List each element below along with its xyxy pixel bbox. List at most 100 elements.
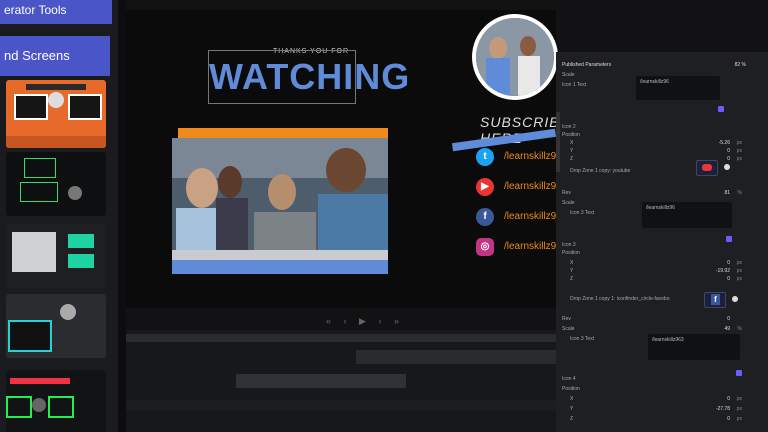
param-unit: px [736, 416, 742, 422]
param-unit: px [736, 406, 742, 412]
timeline-clip[interactable] [356, 350, 556, 364]
param-value[interactable]: 0 [727, 148, 730, 154]
end-screens-label: nd Screens [4, 48, 70, 63]
social-handle: /learnskillz96 [504, 241, 562, 252]
param-value[interactable]: 81 [724, 190, 730, 196]
param-label: Rev [562, 316, 571, 322]
video-frame-bottom-bar [172, 260, 388, 274]
template-thumbnail-3[interactable] [6, 224, 106, 288]
field-value: /learnskillz96 [646, 205, 675, 211]
color-swatch[interactable] [718, 106, 724, 112]
playback-controls[interactable]: « ‹ ▶ › » [326, 316, 416, 326]
color-swatch[interactable] [736, 370, 742, 376]
param-label: Y [570, 406, 574, 412]
timeline[interactable] [126, 330, 556, 432]
param-value[interactable]: 49 [724, 326, 730, 332]
thumb-title-bar [26, 84, 86, 90]
param-value[interactable]: -19.92 [716, 268, 730, 274]
param-label: Position [562, 386, 580, 392]
thumb-avatar [68, 186, 82, 200]
thumb-title-bar [10, 378, 70, 384]
timeline-ruler[interactable] [126, 334, 556, 342]
youtube-icon[interactable] [696, 160, 718, 176]
template-thumbnail-2[interactable] [6, 152, 106, 216]
viewer-canvas[interactable]: THANKS YOU FOR WATCHING SUBSCRIBE t /lea… [126, 10, 569, 308]
param-label: Icon 1 Text [562, 82, 587, 88]
param-label: X [570, 140, 574, 146]
timeline-clip[interactable] [236, 374, 406, 388]
facebook-icon[interactable] [704, 292, 726, 308]
param-label: Scale [562, 200, 575, 206]
param-label: X [570, 260, 574, 266]
param-label: Icon 2 [562, 124, 576, 130]
thumb-button [68, 254, 94, 268]
param-value[interactable]: 0 [727, 276, 730, 282]
param-value[interactable]: -27.78 [716, 406, 730, 412]
param-value[interactable]: 0 [727, 316, 730, 322]
param-unit: px [736, 148, 742, 154]
inspector-title: Published Parameters [562, 62, 612, 68]
reset-dot-icon[interactable] [732, 296, 738, 302]
twitter-icon: t [476, 148, 494, 166]
youtube-icon: ▶ [476, 178, 494, 196]
field-value: /learnskillz963 [652, 337, 684, 343]
icon3-text-field[interactable]: /learnskillz96 [642, 202, 732, 228]
param-unit: px [736, 156, 742, 162]
thumb-screen [20, 182, 58, 202]
param-unit: % [737, 326, 742, 332]
end-screens-tab[interactable]: nd Screens [0, 36, 110, 76]
param-label: Icon 3 Text [570, 336, 595, 342]
thumb-screen [14, 94, 48, 120]
avatar [472, 14, 558, 100]
instagram-icon: ◎ [476, 238, 494, 256]
param-label: Rev [562, 190, 571, 196]
param-value[interactable]: 0 [727, 416, 730, 422]
param-label: Y [570, 148, 574, 154]
param-label: Icon 4 [562, 376, 576, 382]
param-label: Z [570, 416, 574, 422]
param-label: Z [570, 276, 574, 282]
field-value: /learnskillz96 [640, 79, 669, 85]
thumb-text-box [24, 158, 56, 178]
social-handle: /learnskillz96 [504, 151, 562, 162]
template-thumbnail-4[interactable] [6, 294, 106, 358]
param-value[interactable]: 0 [727, 396, 730, 402]
param-unit: px [736, 140, 742, 146]
thumb-bottom-bar [6, 136, 106, 148]
param-label: Drop Zone 1 copy 1: iconfinder_circle-fa… [570, 296, 670, 302]
param-label: Icon 3 Text [570, 210, 595, 216]
social-handle: /learnskillz96 [504, 181, 562, 192]
param-unit: px [736, 260, 742, 266]
param-value[interactable]: 0 [727, 156, 730, 162]
template-thumbnail-1[interactable] [6, 80, 106, 148]
thumb-screen [68, 94, 102, 120]
watching-title: WATCHING [208, 50, 409, 104]
thumb-screen [48, 396, 74, 418]
timeline-track[interactable] [126, 400, 556, 410]
social-handle: /learnskillz96 [504, 211, 562, 222]
param-unit: px [736, 268, 742, 274]
param-label: X [570, 396, 574, 402]
param-label: Z [570, 156, 574, 162]
param-label: Y [570, 268, 574, 274]
inspector-scrollbar[interactable] [556, 112, 560, 172]
video-placeholder [172, 138, 388, 262]
people-photo [172, 138, 388, 262]
param-label: Icon 3 [562, 242, 576, 248]
template-thumbnail-5[interactable] [6, 370, 106, 432]
param-value[interactable]: 0 [727, 260, 730, 266]
creator-tools-label: erator Tools [4, 3, 67, 17]
param-label: Scale [562, 72, 575, 78]
avatar-photo [476, 18, 554, 96]
color-swatch[interactable] [726, 236, 732, 242]
icon1-text-field[interactable]: /learnskillz96 [636, 76, 720, 100]
param-unit: px [736, 276, 742, 282]
inspector-panel: Published Parameters 82 % Scale Icon 1 T… [556, 52, 768, 432]
reset-dot-icon[interactable] [724, 164, 730, 170]
param-label: Drop Zone 1 copy: youtube [570, 168, 631, 174]
param-value[interactable]: -5.26 [719, 140, 730, 146]
panel-divider[interactable] [118, 0, 126, 432]
thumb-screen [8, 320, 52, 352]
icon3-text-field-2[interactable]: /learnskillz963 [648, 334, 740, 360]
creator-tools-tab[interactable]: erator Tools [0, 0, 112, 24]
